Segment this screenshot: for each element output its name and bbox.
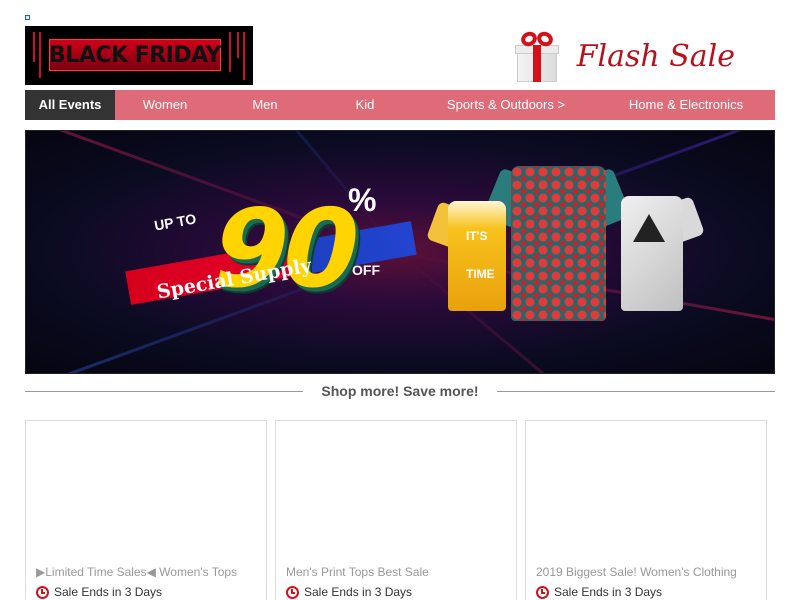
event-card-title[interactable]: ▶Limited Time Sales◀ Women's Tops bbox=[36, 565, 237, 579]
divider-line bbox=[497, 391, 775, 392]
timer-text: Sale Ends in 3 Days bbox=[54, 585, 163, 599]
section-divider: Shop more! Save more! bbox=[25, 380, 775, 404]
event-card-timer: Sale Ends in 3 Days bbox=[36, 585, 162, 599]
tshirt-images: IT'S TIME bbox=[426, 156, 705, 326]
percent-sign: % bbox=[348, 182, 377, 218]
triangle-tshirt-image bbox=[611, 196, 705, 316]
discount-number: 90 bbox=[200, 187, 366, 312]
promo-graphic: UP TO 90 % Special Supply OFF bbox=[125, 176, 426, 326]
broken-image-icon bbox=[25, 15, 30, 20]
nav-item-home-electronics[interactable]: Home & Electronics bbox=[597, 90, 775, 120]
gift-icon bbox=[514, 29, 559, 82]
nav-item-all-events[interactable]: All Events bbox=[25, 90, 115, 120]
logo-bar bbox=[33, 32, 35, 62]
nav-item-men[interactable]: Men bbox=[215, 90, 315, 120]
event-card-timer: Sale Ends in 3 Days bbox=[536, 585, 662, 599]
flash-sale-heading: Flash Sale bbox=[514, 28, 735, 84]
logo-bar bbox=[243, 32, 245, 80]
clock-icon bbox=[36, 585, 49, 599]
timer-text: Sale Ends in 3 Days bbox=[554, 585, 663, 599]
off-text: OFF bbox=[352, 262, 380, 278]
shirt-text: IT'S bbox=[466, 229, 488, 243]
black-friday-logo[interactable]: BLACK FRIDAY bbox=[25, 26, 253, 85]
event-card[interactable]: ▶Limited Time Sales◀ Women's Tops Sale E… bbox=[25, 420, 267, 600]
timer-text: Sale Ends in 3 Days bbox=[304, 585, 413, 599]
event-card[interactable]: 2019 Biggest Sale! Women's Clothing Sale… bbox=[525, 420, 767, 600]
logo-text: BLACK FRIDAY bbox=[49, 39, 221, 71]
event-card-title[interactable]: Men's Print Tops Best Sale bbox=[286, 565, 429, 579]
clock-icon bbox=[286, 585, 299, 599]
nav-item-kid[interactable]: Kid bbox=[315, 90, 415, 120]
clock-icon bbox=[536, 585, 549, 599]
event-card[interactable]: Men's Print Tops Best Sale Sale Ends in … bbox=[275, 420, 517, 600]
up-to-text: UP TO bbox=[152, 210, 198, 234]
event-card-image[interactable] bbox=[26, 421, 266, 561]
logo-bar bbox=[229, 32, 231, 72]
event-card-timer: Sale Ends in 3 Days bbox=[286, 585, 412, 599]
event-card-image[interactable] bbox=[276, 421, 516, 561]
event-card-image[interactable] bbox=[526, 421, 766, 561]
promo-banner[interactable]: UP TO 90 % Special Supply OFF IT'S TIME bbox=[25, 130, 775, 374]
event-card-title[interactable]: 2019 Biggest Sale! Women's Clothing bbox=[536, 565, 737, 579]
logo-bar bbox=[39, 32, 41, 78]
header: BLACK FRIDAY Flash Sale bbox=[25, 26, 775, 86]
nav-item-sports-outdoors[interactable]: Sports & Outdoors > bbox=[415, 90, 597, 120]
logo-bar bbox=[237, 32, 239, 58]
flash-sale-text: Flash Sale bbox=[576, 38, 735, 74]
nav-item-women[interactable]: Women bbox=[115, 90, 215, 120]
shirt-text: TIME bbox=[466, 267, 495, 281]
category-nav: All Events Women Men Kid Sports & Outdoo… bbox=[25, 90, 775, 120]
beer-tshirt-image: IT'S TIME bbox=[426, 201, 516, 311]
